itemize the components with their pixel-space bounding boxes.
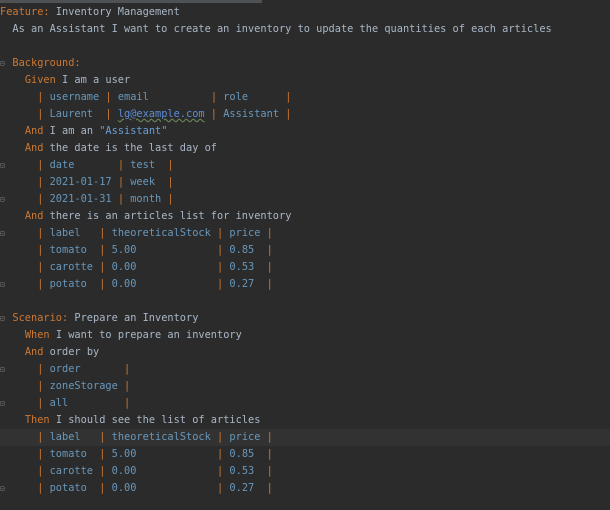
email-link[interactable]: lg@example.com — [118, 108, 205, 120]
and-assistant-line[interactable]: And I am an "Assistant" — [0, 123, 610, 140]
users-header-row[interactable]: | username | email | role | — [0, 89, 610, 106]
table-cell: 0.00 — [111, 482, 218, 494]
then-keyword: Then — [24, 414, 50, 426]
table-cell: zoneStorage — [49, 380, 125, 392]
table-cell: 2021-01-17 — [49, 176, 118, 188]
table-cell: 0.27 — [229, 278, 267, 290]
table-cell: 2021-01-31 — [49, 193, 118, 205]
table-cell: month — [130, 193, 168, 205]
feature-line[interactable]: Feature: Inventory Management — [0, 4, 610, 21]
dates-row[interactable]: | 2021-01-17 | week | — [0, 174, 610, 191]
scenario-title: Prepare an Inventory — [68, 312, 199, 324]
order-row[interactable]: | order | — [0, 361, 610, 378]
articles-row[interactable]: | carotte | 0.00 | 0.53 | — [0, 259, 610, 276]
and-articles-line[interactable]: And there is an articles list for invent… — [0, 208, 610, 225]
table-cell: 5.00 — [111, 244, 218, 256]
and-keyword: And — [24, 125, 44, 137]
scenario-keyword: Scenario: — [12, 312, 69, 324]
background-line[interactable]: Background: — [0, 55, 610, 72]
and-order-line[interactable]: And order by — [0, 344, 610, 361]
feature-description-text: As an Assistant I want to create an inve… — [0, 23, 552, 35]
table-cell: potato — [49, 482, 100, 494]
step-text: I should see the list of articles — [49, 414, 261, 426]
feature-description[interactable]: As an Assistant I want to create an inve… — [0, 21, 610, 38]
table-cell: 0.85 — [229, 448, 267, 460]
given-line[interactable]: Given I am a user — [0, 72, 610, 89]
step-text: order by — [43, 346, 100, 358]
table-cell: 0.00 — [111, 278, 218, 290]
step-text: the date is the last day of — [43, 142, 218, 154]
articles-row[interactable]: | potato | 0.00 | 0.27 | — [0, 276, 610, 293]
step-text: I want to prepare an inventory — [49, 329, 242, 341]
table-header-cell: username — [49, 91, 106, 103]
table-cell: all — [49, 397, 125, 409]
order-row[interactable]: | zoneStorage | — [0, 378, 610, 395]
table-cell: 0.53 — [229, 261, 267, 273]
order-row[interactable]: | all | — [0, 395, 610, 412]
and-keyword: And — [24, 210, 44, 222]
table-cell: carotte — [49, 465, 100, 477]
table-header-cell: label — [49, 227, 100, 239]
dates-row[interactable]: | 2021-01-31 | month | — [0, 191, 610, 208]
and-keyword: And — [24, 142, 44, 154]
step-text: there is an articles list for inventory — [43, 210, 292, 222]
code-editor[interactable]: Feature: Inventory Management As an Assi… — [0, 0, 610, 510]
articles-row[interactable]: | tomato | 5.00 | 0.85 | — [0, 242, 610, 259]
users-data-row[interactable]: | Laurent | lg@example.com | Assistant | — [0, 106, 610, 123]
table-cell: 0.00 — [111, 261, 218, 273]
given-text: I am a user — [55, 74, 131, 86]
table-cell: Assistant — [223, 108, 286, 120]
table-header-cell: label — [49, 431, 100, 443]
table-header-cell: theoreticalStock — [111, 431, 218, 443]
and-date-line[interactable]: And the date is the last day of — [0, 140, 610, 157]
result-row[interactable]: | potato | 0.00 | 0.27 | — [0, 480, 610, 497]
result-row[interactable]: | carotte | 0.00 | 0.53 | — [0, 463, 610, 480]
table-cell: 0.85 — [229, 244, 267, 256]
table-cell: carotte — [49, 261, 100, 273]
articles-header-row[interactable]: | label | theoreticalStock | price | — [0, 225, 610, 242]
table-cell: tomato — [49, 244, 100, 256]
scrollbar-top[interactable] — [0, 0, 262, 3]
table-cell: tomato — [49, 448, 100, 460]
table-cell: Laurent — [49, 108, 106, 120]
result-header-row[interactable]: | label | theoreticalStock | price | — [0, 429, 610, 446]
table-cell: week — [130, 176, 168, 188]
feature-keyword: Feature: — [0, 6, 50, 18]
result-row[interactable]: | tomato | 5.00 | 0.85 | — [0, 446, 610, 463]
table-cell: potato — [49, 278, 100, 290]
table-header-cell: theoreticalStock — [111, 227, 218, 239]
when-keyword: When — [24, 329, 50, 341]
scenario-line[interactable]: Scenario: Prepare an Inventory — [0, 310, 610, 327]
table-header-cell: test — [130, 159, 168, 171]
table-cell: 0.00 — [111, 465, 218, 477]
and-keyword: And — [24, 346, 44, 358]
table-cell: order — [49, 363, 125, 375]
dates-header-row[interactable]: | date | test | — [0, 157, 610, 174]
table-header-cell: role — [223, 91, 286, 103]
table-cell: 5.00 — [111, 448, 218, 460]
given-keyword: Given — [24, 74, 56, 86]
table-header-cell: date — [49, 159, 118, 171]
table-header-cell: price — [229, 227, 267, 239]
when-line[interactable]: When I want to prepare an inventory — [0, 327, 610, 344]
step-string: "Assistant" — [99, 125, 168, 137]
table-header-cell: price — [229, 431, 267, 443]
table-header-cell: email — [117, 91, 211, 103]
table-cell: 0.27 — [229, 482, 267, 494]
background-keyword: Background: — [12, 57, 81, 69]
then-line[interactable]: Then I should see the list of articles — [0, 412, 610, 429]
feature-title: Inventory Management — [49, 6, 180, 18]
table-cell: 0.53 — [229, 465, 267, 477]
step-text: I am an — [43, 125, 100, 137]
